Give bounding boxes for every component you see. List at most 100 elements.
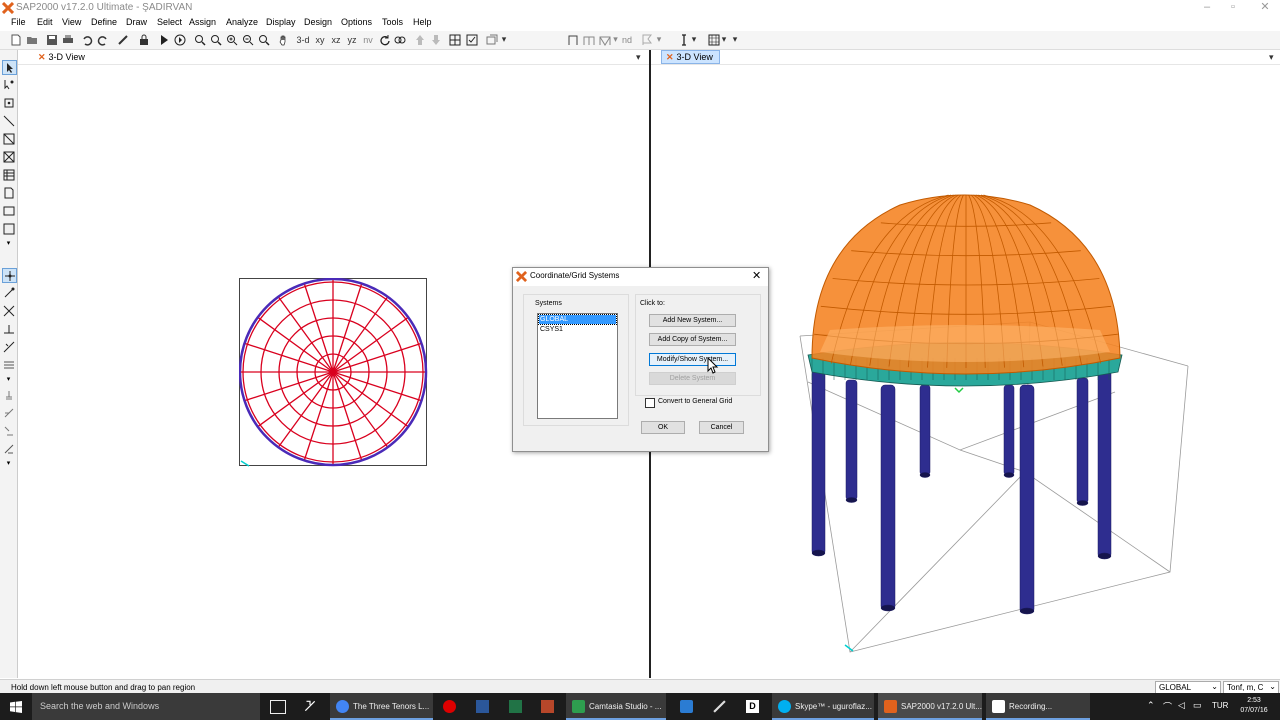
snap-intersections-icon[interactable] <box>2 304 15 317</box>
run-now-icon[interactable] <box>173 33 186 46</box>
taskbar-app-camtasia[interactable]: Camtasia Studio - ... <box>566 693 666 720</box>
pan-hand-icon[interactable] <box>277 33 290 46</box>
new-model-icon[interactable] <box>9 33 22 46</box>
lock-model-icon[interactable] <box>137 33 150 46</box>
taskbar-app-recording[interactable]: Recording... <box>986 693 1090 720</box>
pointer-select-icon[interactable] <box>2 60 17 75</box>
pinned-app-blue-icon[interactable] <box>680 700 693 713</box>
assign-options-icon[interactable] <box>485 33 498 46</box>
system-item-global[interactable]: GLOBAL <box>538 314 617 325</box>
menu-edit[interactable]: Edit <box>37 17 53 27</box>
snap-points-icon[interactable] <box>2 268 17 283</box>
quick-draw-frame-icon[interactable] <box>2 132 15 145</box>
menu-options[interactable]: Options <box>341 17 372 27</box>
close-window-button[interactable]: ✕ <box>1250 0 1280 16</box>
system-item-csys1[interactable]: CSYS1 <box>539 325 616 334</box>
modify-show-system-button[interactable]: Modify/Show System... <box>649 353 736 366</box>
action-center-icon[interactable]: ▭ <box>1193 700 1202 711</box>
pinned-app-red-icon[interactable] <box>443 700 456 713</box>
start-button[interactable] <box>0 693 32 720</box>
snap-fine-grid-icon[interactable] <box>2 358 15 371</box>
view-yz-button[interactable]: yz <box>345 33 359 46</box>
quick-draw-area-icon[interactable] <box>2 222 15 235</box>
assign-joint-restraint-icon[interactable] <box>2 388 15 401</box>
view-xy-button[interactable]: xy <box>313 33 327 46</box>
draw-area-dropdown-icon[interactable]: ▾ <box>2 236 15 249</box>
print-icon[interactable] <box>61 33 74 46</box>
perspective-toggle-icon[interactable] <box>393 33 406 46</box>
select-all-icon[interactable] <box>465 33 478 46</box>
language-indicator[interactable]: TUR <box>1212 701 1228 710</box>
quick-draw-secondary-beams-icon[interactable] <box>2 168 15 181</box>
zoom-out-icon[interactable] <box>241 33 254 46</box>
draw-poly-area-icon[interactable] <box>2 186 15 199</box>
rotate-view-icon[interactable] <box>378 33 391 46</box>
menu-draw[interactable]: Draw <box>126 17 147 27</box>
word-icon[interactable] <box>476 700 489 713</box>
clock[interactable]: 2:53 07/07/16 <box>1236 696 1272 716</box>
snap-dropdown-icon[interactable]: ▾ <box>2 372 15 385</box>
draw-rectangular-area-icon[interactable] <box>2 204 15 217</box>
assign-loads-icon[interactable] <box>2 424 15 437</box>
snap-perpendicular-icon[interactable] <box>2 322 15 335</box>
add-copy-system-button[interactable]: Add Copy of System... <box>649 333 736 346</box>
excel-icon[interactable] <box>509 700 522 713</box>
network-icon[interactable]: ⌒ <box>1163 700 1172 713</box>
grid-display-dropdown-icon[interactable]: ▾ <box>720 33 728 46</box>
grid-display-icon[interactable] <box>707 33 720 46</box>
task-view-icon[interactable] <box>270 700 286 714</box>
search-box[interactable]: Search the web and Windows <box>32 693 260 720</box>
toolbar-overflow-icon[interactable]: ▾ <box>731 33 739 46</box>
zoom-previous-icon[interactable] <box>209 33 222 46</box>
menu-file[interactable]: File <box>11 17 26 27</box>
draw-brace-dropdown-icon[interactable]: ▾ <box>612 33 619 46</box>
zoom-window-icon[interactable] <box>193 33 206 46</box>
run-analysis-icon[interactable] <box>157 33 170 46</box>
draw-joint-icon[interactable] <box>2 96 15 109</box>
menu-select[interactable]: Select <box>157 17 182 27</box>
taskbar-app-skype[interactable]: Skype™ - uguroflaz... <box>772 693 874 720</box>
ok-button[interactable]: OK <box>641 421 685 434</box>
systems-list[interactable]: GLOBAL CSYS1 <box>537 313 618 419</box>
menu-view[interactable]: View <box>62 17 81 27</box>
zoom-in-icon[interactable] <box>225 33 238 46</box>
undo-icon[interactable] <box>80 33 93 46</box>
redo-icon[interactable] <box>96 33 109 46</box>
volume-icon[interactable]: ◁ <box>1178 700 1185 711</box>
quick-draw-braces-icon[interactable] <box>2 150 15 163</box>
move-up-icon[interactable] <box>413 33 426 46</box>
taskbar-app-chrome[interactable]: The Three Tenors L... <box>330 693 433 720</box>
assign-area-icon[interactable] <box>2 442 15 455</box>
maximize-button[interactable]: ▫ <box>1218 0 1248 16</box>
draw-frame-options-icon[interactable] <box>582 33 595 46</box>
dialog-close-icon[interactable]: ✕ <box>752 269 761 282</box>
powerpoint-icon[interactable] <box>541 700 554 713</box>
pinned-app-d-icon[interactable]: D <box>746 700 759 713</box>
reshape-icon[interactable] <box>2 78 15 91</box>
snap-lines-icon[interactable] <box>2 340 15 353</box>
set-display-options-icon[interactable] <box>448 33 461 46</box>
add-new-system-button[interactable]: Add New System... <box>649 314 736 327</box>
menu-assign[interactable]: Assign <box>189 17 216 27</box>
snap-ends-icon[interactable] <box>2 286 15 299</box>
taskbar-app-sap2000[interactable]: SAP2000 v17.2.0 Ult... <box>878 693 982 720</box>
draw-brace-icon[interactable] <box>598 33 611 46</box>
cancel-button[interactable]: Cancel <box>699 421 744 434</box>
save-icon[interactable] <box>45 33 58 46</box>
text-cursor-icon[interactable] <box>677 33 690 46</box>
view-nv-button[interactable]: nv <box>361 33 375 46</box>
open-model-icon[interactable] <box>25 33 38 46</box>
menu-analyze[interactable]: Analyze <box>226 17 258 27</box>
refresh-window-icon[interactable] <box>116 33 129 46</box>
menu-display[interactable]: Display <box>266 17 296 27</box>
assign-dropdown-icon[interactable]: ▾ <box>2 456 15 469</box>
text-dropdown-icon[interactable]: ▾ <box>690 33 698 46</box>
draw-special-icon[interactable] <box>640 33 653 46</box>
assign-options-dropdown-icon[interactable]: ▾ <box>500 33 508 46</box>
draw-frame-icon[interactable] <box>566 33 579 46</box>
delete-system-button[interactable]: Delete System <box>649 372 736 385</box>
left-view-tab[interactable]: ✕ 3-D View <box>34 50 91 64</box>
pinned-tool-icon[interactable] <box>713 700 726 713</box>
draw-frame-cable-icon[interactable] <box>2 114 15 127</box>
menu-help[interactable]: Help <box>413 17 432 27</box>
